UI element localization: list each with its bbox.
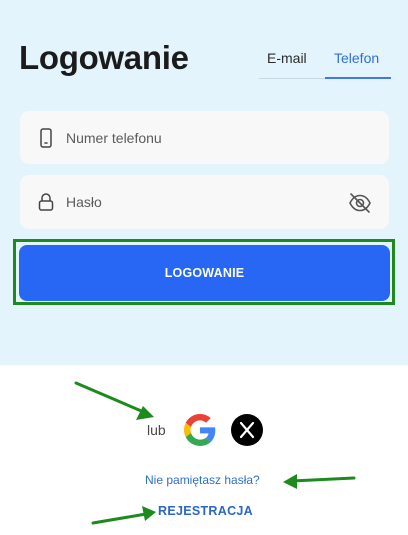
password-placeholder: Hasło: [66, 194, 102, 210]
tab-email[interactable]: E-mail: [267, 50, 307, 66]
eye-off-icon[interactable]: [348, 192, 372, 214]
login-method-tabs: E-mail Telefon: [259, 44, 391, 79]
login-button[interactable]: LOGOWANIE: [19, 245, 390, 301]
page-title: Logowanie: [19, 39, 189, 76]
arrow-to-social: [74, 381, 154, 420]
x-icon[interactable]: [231, 414, 263, 446]
tab-phone[interactable]: Telefon: [334, 50, 379, 66]
phone-field[interactable]: Numer telefonu: [20, 111, 389, 164]
google-icon[interactable]: [184, 414, 216, 446]
arrow-to-register: [91, 506, 156, 525]
phone-placeholder: Numer telefonu: [66, 130, 162, 146]
active-tab-indicator: [325, 77, 391, 79]
arrow-to-forgot: [283, 474, 356, 489]
lock-icon: [38, 193, 54, 211]
forgot-password-link[interactable]: Nie pamiętasz hasła?: [145, 473, 260, 487]
password-field[interactable]: Hasło: [20, 175, 389, 229]
phone-icon: [40, 128, 52, 148]
or-separator: lub: [147, 422, 166, 438]
register-link[interactable]: REJESTRACJA: [158, 504, 253, 518]
